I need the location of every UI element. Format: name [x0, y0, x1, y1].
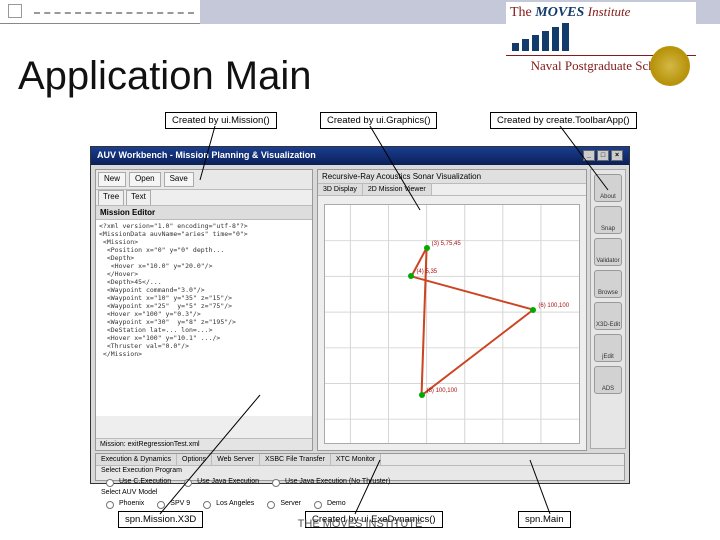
label-ui-mission: Created by ui.Mission() — [165, 112, 277, 129]
app-window: AUV Workbench - Mission Planning & Visua… — [90, 146, 630, 484]
label-ui-toolbar: Created by create.ToolbarApp() — [490, 112, 637, 129]
waypoint-marker[interactable] — [530, 307, 536, 313]
logo-institute: Institute — [588, 4, 631, 19]
waypoint-marker[interactable] — [424, 245, 430, 251]
minimize-icon[interactable]: _ — [583, 150, 595, 161]
tab-tree[interactable]: Tree — [98, 190, 124, 205]
logo-the: The — [510, 5, 532, 20]
mission-plot[interactable]: (3) 5,75,45 (4) 5,35 (6) 100,100 (8) 100,10… — [324, 204, 580, 444]
maximize-icon[interactable]: □ — [597, 150, 609, 161]
radio-exec-0[interactable] — [106, 479, 114, 487]
logo-moves: MOVES — [535, 5, 584, 20]
mission-xml[interactable]: <?xml version="1.0" encoding="utf-8"?> <… — [96, 220, 312, 416]
radio-label: Server — [280, 500, 301, 507]
snap-button[interactable]: Snap — [594, 206, 622, 234]
x3d-edit-button[interactable]: X3D-Edit — [594, 302, 622, 330]
exec-label2: Select AUV Model — [96, 488, 624, 497]
mission-tabs: Tree Text — [96, 190, 312, 206]
label-ui-graphics: Created by ui.Graphics() — [320, 112, 437, 129]
graphics-panel: Recursive-Ray Acoustics Sonar Visualizat… — [317, 169, 587, 451]
moves-logo: The MOVES Institute Naval Postgraduate S… — [506, 2, 696, 94]
browse-button[interactable]: Browse — [594, 270, 622, 298]
ads-button[interactable]: ADS — [594, 366, 622, 394]
waypoint-marker[interactable] — [419, 392, 425, 398]
radio-model-4[interactable] — [314, 501, 322, 509]
waypoint-label: (6) 100,100 — [538, 303, 569, 309]
radio-label: Use C.Execution — [119, 478, 171, 485]
window-titlebar: AUV Workbench - Mission Planning & Visua… — [91, 147, 629, 165]
radio-label: Use Java Execution (No Thruster) — [285, 478, 390, 485]
validator-button[interactable]: Validator — [594, 238, 622, 266]
radio-exec-1[interactable] — [184, 479, 192, 487]
tab-3d[interactable]: 3D Display — [318, 184, 363, 195]
app-toolbar: About Snap Validator Browse X3D-Edit jEd… — [590, 169, 626, 449]
tab-text[interactable]: Text — [126, 190, 151, 205]
jedit-button[interactable]: jEdit — [594, 334, 622, 362]
nps-seal-icon — [650, 46, 690, 86]
save-button[interactable]: Save — [164, 172, 194, 187]
tab-options[interactable]: Options — [177, 454, 212, 465]
slide-footer: THE MOVES INSTITUTE — [0, 518, 720, 530]
tab-2d[interactable]: 2D Mission Viewer — [363, 184, 432, 195]
window-title: AUV Workbench - Mission Planning & Visua… — [97, 150, 316, 162]
mission-panel: New Open Save Tree Text Mission Editor <… — [95, 169, 313, 451]
mission-editor-header: Mission Editor — [96, 206, 312, 220]
about-button[interactable]: About — [594, 174, 622, 202]
new-button[interactable]: New — [98, 172, 126, 187]
close-icon[interactable]: × — [611, 150, 623, 161]
tab-xtc[interactable]: XTC Monitor — [331, 454, 381, 465]
radio-model-0[interactable] — [106, 501, 114, 509]
waypoint-marker[interactable] — [408, 273, 414, 279]
radio-label: Phoenix — [119, 500, 144, 507]
waypoint-label: (3) 5,75,45 — [432, 241, 461, 247]
slide-title: Application Main — [18, 54, 312, 99]
exec-label1: Select Execution Program — [96, 466, 624, 475]
radio-label: Use Java Execution — [197, 478, 259, 485]
model-radios: Phoenix SPV 9 Los Angeles Server Demo — [96, 497, 624, 510]
exec-panel: Execution & Dynamics Options Web Server … — [95, 453, 625, 481]
tab-webserver[interactable]: Web Server — [212, 454, 260, 465]
radio-label: SPV 9 — [170, 500, 190, 507]
open-button[interactable]: Open — [129, 172, 161, 187]
radio-label: Los Angeles — [216, 500, 254, 507]
top-dashes — [34, 12, 194, 14]
exec-tabs: Execution & Dynamics Options Web Server … — [96, 454, 624, 466]
waypoint-label: (4) 5,35 — [416, 269, 437, 275]
graphics-tabs: 3D Display 2D Mission Viewer — [318, 184, 586, 196]
tab-xsbc[interactable]: XSBC File Transfer — [260, 454, 331, 465]
radio-model-2[interactable] — [203, 501, 211, 509]
waypoint-label: (8) 100,100 — [427, 388, 458, 394]
graphics-title: Recursive-Ray Acoustics Sonar Visualizat… — [318, 170, 586, 184]
radio-label: Demo — [327, 500, 346, 507]
exec-radios: Use C.Execution Use Java Execution Use Jav… — [96, 475, 624, 488]
mission-status: Mission: exitRegressionTest.xml — [96, 438, 312, 450]
mission-toolbar: New Open Save — [96, 170, 312, 190]
radio-model-1[interactable] — [157, 501, 165, 509]
radio-exec-2[interactable] — [272, 479, 280, 487]
tab-exec[interactable]: Execution & Dynamics — [96, 454, 177, 465]
bullet-square — [8, 4, 22, 18]
radio-model-3[interactable] — [267, 501, 275, 509]
